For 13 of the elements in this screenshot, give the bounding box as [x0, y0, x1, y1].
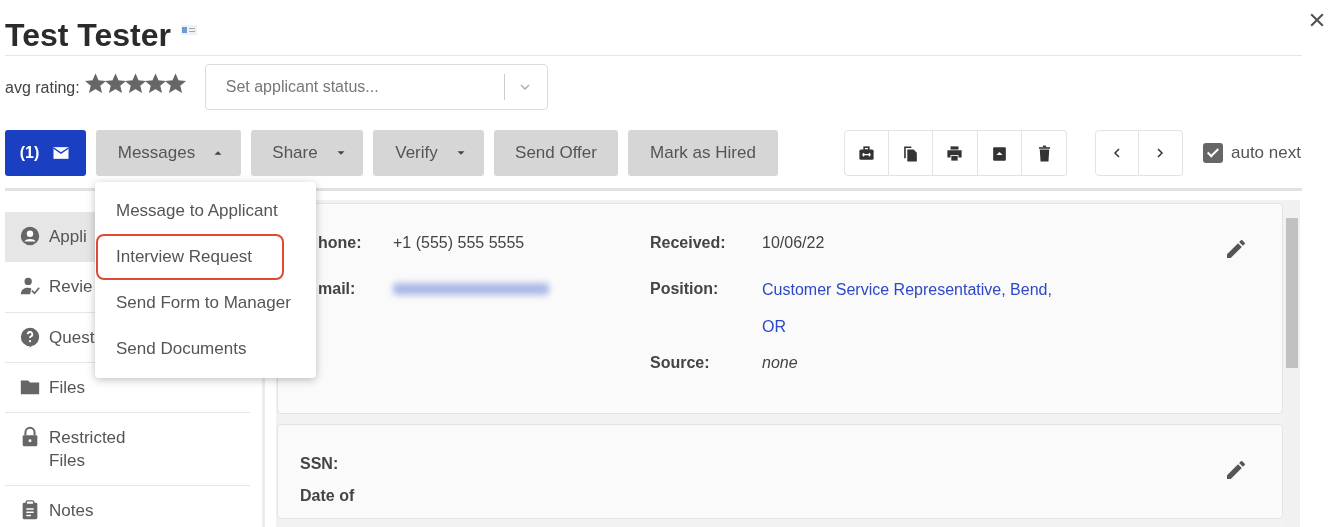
- field-label: Position:: [650, 280, 720, 298]
- checkbox-label: auto next: [1230, 142, 1301, 165]
- field-value: none: [762, 354, 798, 372]
- field-value: 10/06/22: [762, 234, 825, 252]
- page-title: Test Tester: [5, 18, 171, 51]
- field-label: hone:: [318, 234, 363, 252]
- field-label: Date of: [300, 486, 356, 505]
- field-label: mail:: [318, 280, 357, 298]
- field-label: Received:: [650, 234, 727, 252]
- field-value: +1 (555) 555 5555: [393, 234, 525, 252]
- rating-label: avg rating:: [5, 78, 80, 98]
- field-label: SSN:: [300, 455, 340, 473]
- field-label: Source:: [650, 354, 711, 372]
